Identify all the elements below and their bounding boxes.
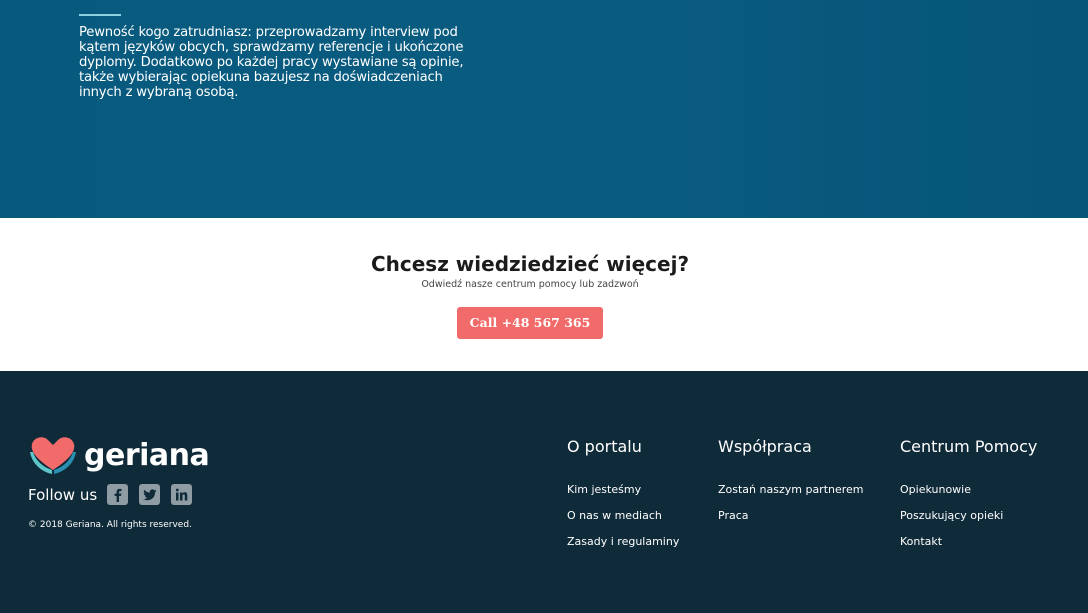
footer-column-o-portalu: O portalu Kim jesteśmy O nas w mediach Z… bbox=[567, 437, 679, 560]
footer-column-heading: Współpraca bbox=[718, 437, 812, 456]
facebook-icon[interactable] bbox=[107, 484, 129, 505]
footer-column-heading: Centrum Pomocy bbox=[900, 437, 1038, 456]
footer-link-o-nas-w-mediach[interactable]: O nas w mediach bbox=[567, 508, 679, 534]
footer-column-centrum-pomocy: Centrum Pomocy Opiekunowie Poszukujący o… bbox=[900, 437, 1037, 560]
footer-link-opiekunowie[interactable]: Opiekunowie bbox=[900, 482, 1037, 508]
follow-us: Follow us bbox=[28, 484, 203, 505]
call-button[interactable]: Call +48 567 365 485 bbox=[457, 307, 603, 362]
footer-link-poszukujacy-opieki[interactable]: Poszukujący opieki bbox=[900, 508, 1037, 534]
cta-section: Chcesz wiedziedzieć więcej? Odwiedź nasz… bbox=[0, 218, 1088, 371]
footer-link-kontakt[interactable]: Kontakt bbox=[900, 534, 1037, 560]
copyright-text: © 2018 Geriana. All rights reserved. bbox=[28, 520, 192, 530]
footer-link-zostan-partnerem[interactable]: Zostań naszym partnerem bbox=[718, 482, 864, 508]
cta-title: Chcesz wiedziedzieć więcej? bbox=[370, 252, 690, 276]
hero-description: Pewność kogo zatrudniasz: przeprowadzamy… bbox=[79, 25, 464, 100]
footer: geriana Follow us © 2018 Geriana. All ri… bbox=[0, 371, 1088, 613]
footer-column-heading: O portalu bbox=[567, 437, 642, 456]
heart-hands-icon bbox=[30, 437, 76, 474]
geriana-logo[interactable]: geriana bbox=[28, 434, 210, 476]
cta-subtitle: Odwiedź nasze centrum pomocy lub zadzwoń bbox=[421, 279, 639, 290]
hero-section: Pewność kogo zatrudniasz: przeprowadzamy… bbox=[0, 0, 1088, 218]
follow-label: Follow us bbox=[28, 485, 98, 504]
footer-column-wspolpraca: Współpraca Zostań naszym partnerem Praca bbox=[718, 437, 864, 534]
footer-link-zasady-i-regulaminy[interactable]: Zasady i regulaminy bbox=[567, 534, 679, 560]
accent-divider bbox=[79, 14, 121, 16]
footer-link-kim-jestesmy[interactable]: Kim jesteśmy bbox=[567, 482, 679, 508]
twitter-icon[interactable] bbox=[139, 484, 161, 505]
footer-link-praca[interactable]: Praca bbox=[718, 508, 864, 534]
logo-text: geriana bbox=[84, 437, 210, 473]
linkedin-icon[interactable] bbox=[171, 484, 193, 505]
